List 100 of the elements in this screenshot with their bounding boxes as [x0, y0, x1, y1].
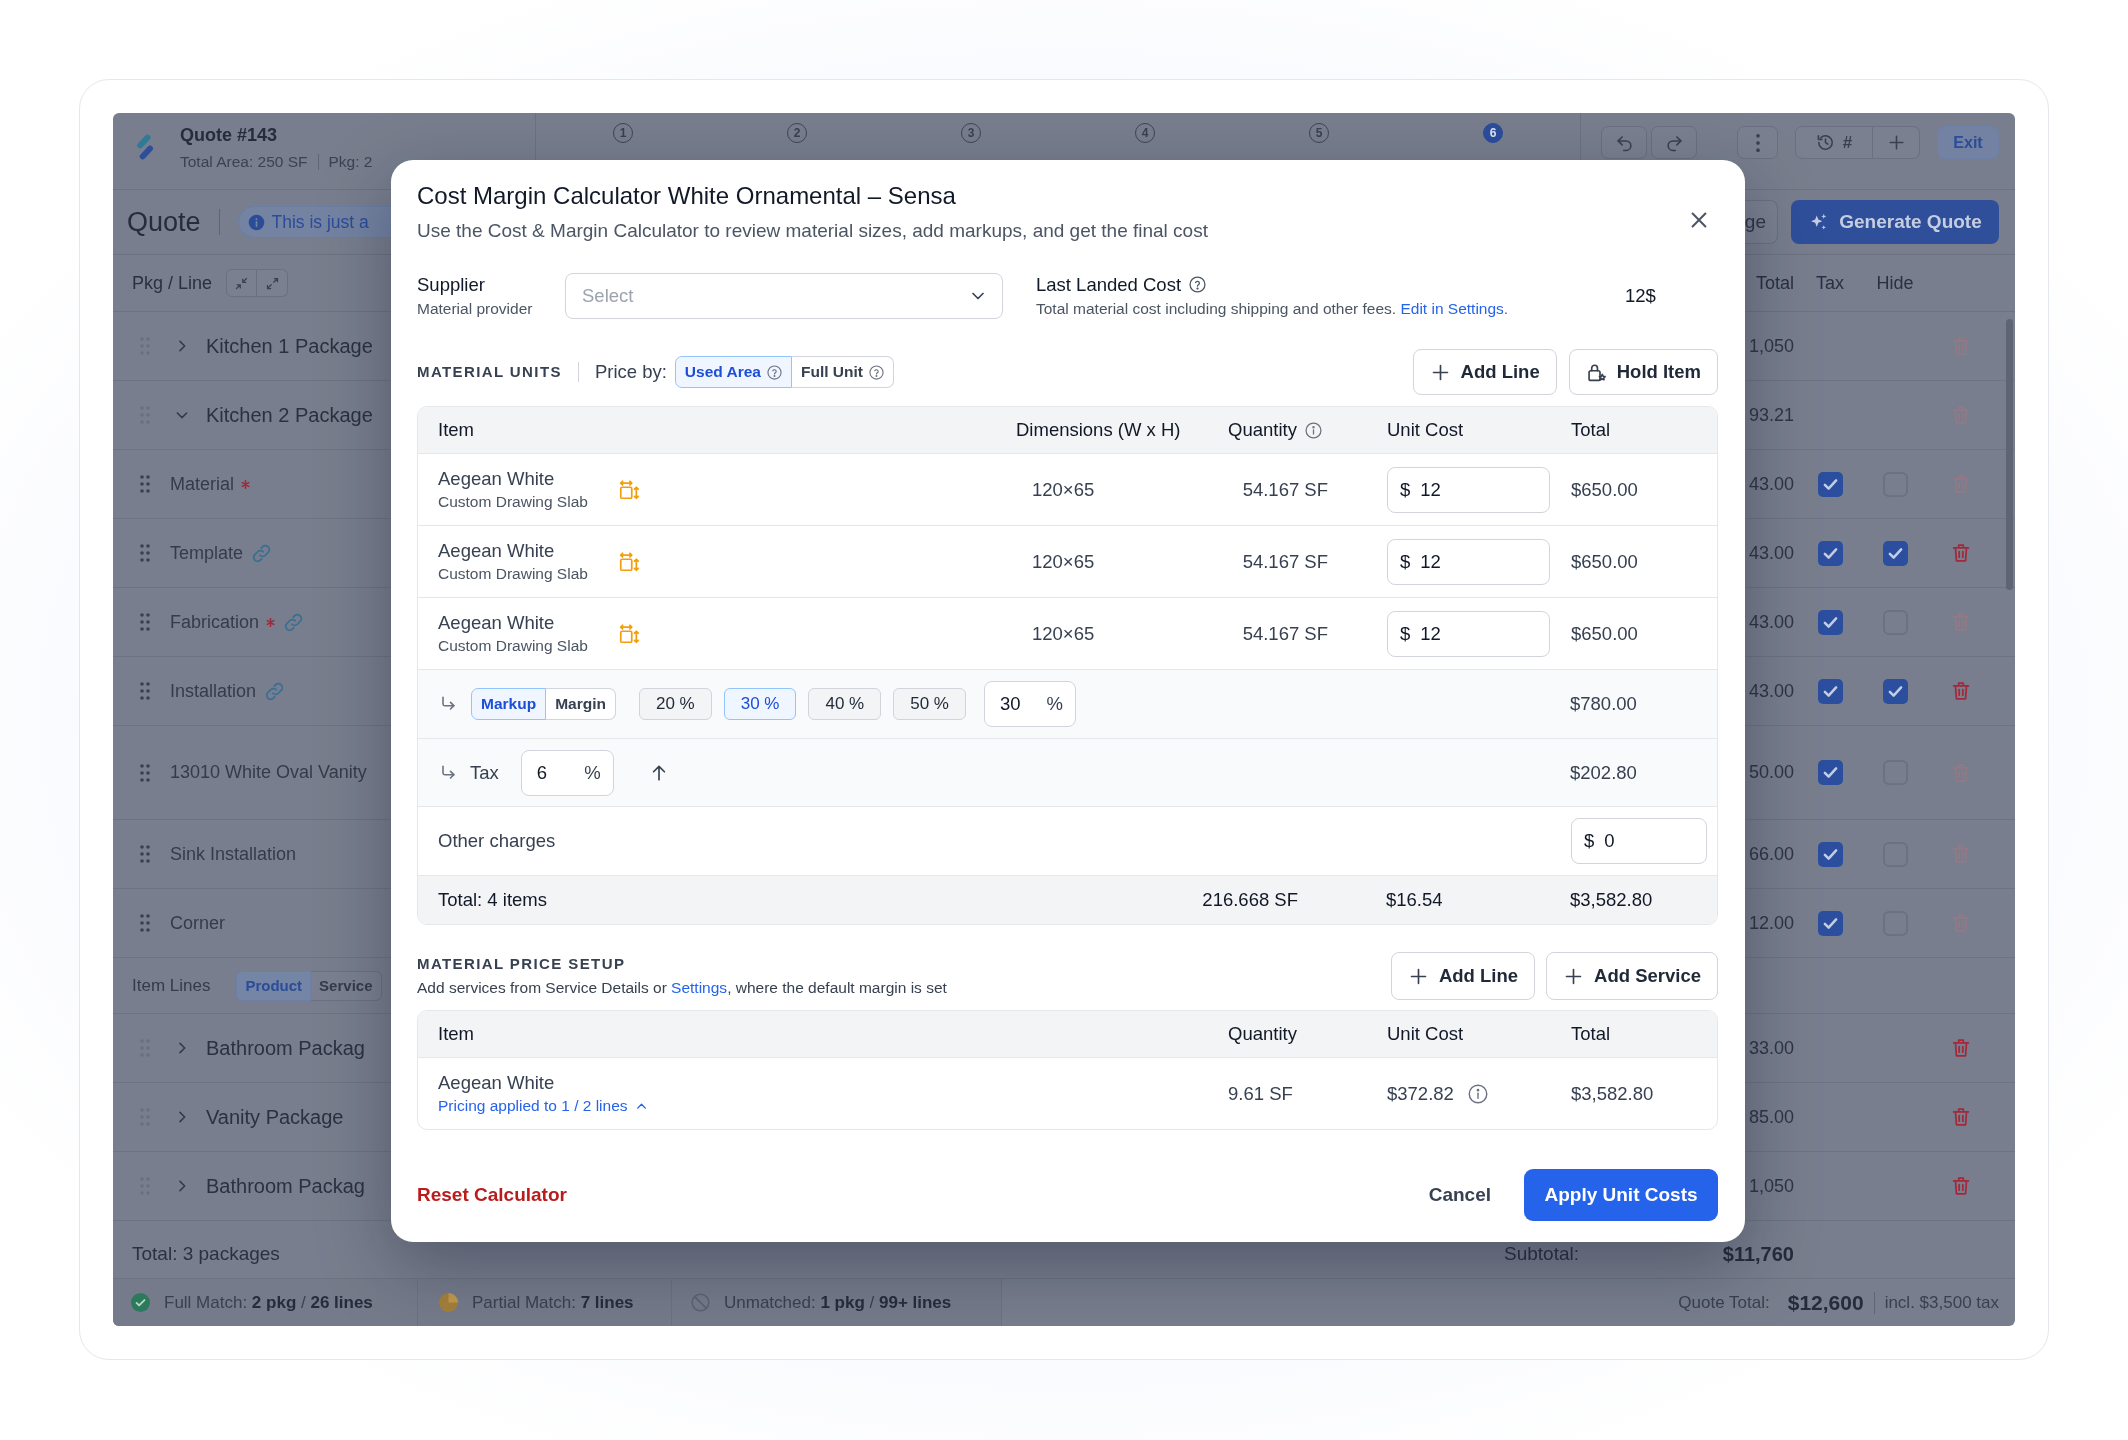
column-header: Item: [438, 419, 474, 440]
subtotal-label: Subtotal:: [1504, 1243, 1579, 1264]
link-icon[interactable]: [264, 680, 286, 702]
line-total: 1,050: [1748, 335, 1794, 357]
history-button[interactable]: #: [1795, 126, 1873, 159]
trash-icon[interactable]: [1950, 680, 1972, 702]
lock-star-icon: [1585, 361, 1607, 383]
package-name[interactable]: Kitchen 1 Package: [206, 334, 373, 358]
drag-handle-icon[interactable]: [140, 914, 150, 932]
unit-cost-field[interactable]: $ 12: [1387, 538, 1550, 585]
expand-button[interactable]: [257, 269, 289, 297]
outline-button[interactable]: Add Line: [1390, 952, 1536, 1000]
undo-button[interactable]: [1601, 126, 1647, 159]
tax-percent-field[interactable]: 6 %: [520, 749, 614, 796]
trash-icon[interactable]: [1950, 1106, 1972, 1128]
collapse-button[interactable]: [226, 269, 258, 297]
outline-button[interactable]: Add Line: [1412, 349, 1557, 395]
column-header: Quantity: [1228, 419, 1297, 441]
quantity-value: 9.61 SF: [1228, 1082, 1293, 1104]
hide-checkbox[interactable]: [1882, 540, 1908, 566]
outline-button[interactable]: Add Service: [1546, 952, 1718, 1000]
dialog-subtitle: Use the Cost & Margin Calculator to review material sizes, add markups, and get the final cost: [417, 219, 1209, 243]
redo-button[interactable]: [1651, 126, 1697, 159]
markup-mode-option[interactable]: Markup: [471, 688, 547, 720]
price-by-label: Price by:: [594, 361, 667, 383]
hide-checkbox[interactable]: [1882, 678, 1908, 704]
column-header: Tax: [1816, 272, 1844, 294]
tax-checkbox[interactable]: [1817, 471, 1843, 497]
add-button[interactable]: [1873, 126, 1920, 159]
tax-checkbox[interactable]: [1817, 841, 1843, 867]
drag-handle-icon[interactable]: [140, 845, 150, 863]
link-icon[interactable]: [251, 542, 273, 564]
resize-icon[interactable]: [618, 478, 640, 501]
expand-icon: [264, 275, 280, 291]
trash-icon[interactable]: [1950, 542, 1972, 564]
help-icon[interactable]: [1189, 276, 1207, 293]
tax-checkbox[interactable]: [1817, 910, 1843, 936]
line-name[interactable]: Corner: [170, 912, 226, 934]
drag-handle-icon[interactable]: [140, 682, 150, 700]
partial-button[interactable]: ge: [1743, 200, 1778, 244]
tax-checkbox[interactable]: [1817, 609, 1843, 635]
info-icon: [247, 213, 265, 231]
line-name[interactable]: Fabrication: [170, 611, 260, 633]
subtotal-value: $11,760: [1722, 1243, 1794, 1264]
filter-tab[interactable]: Service: [311, 970, 382, 1001]
other-charges-field[interactable]: $ 0: [1571, 818, 1707, 864]
resize-icon[interactable]: [618, 622, 640, 645]
column-header: Unit Cost: [1387, 419, 1464, 440]
line-total: 85.00: [1748, 1106, 1794, 1128]
line-name[interactable]: Template: [170, 542, 244, 564]
info-icon[interactable]: [1304, 421, 1322, 439]
tax-checkbox[interactable]: [1817, 678, 1843, 704]
total-quantity: 216.668 SF: [1202, 889, 1298, 910]
drag-handle-icon[interactable]: [140, 613, 150, 631]
scrollbar-thumb[interactable]: [2006, 319, 2013, 590]
markup-preset[interactable]: 40 %: [808, 688, 882, 720]
line-total: $3,582.80: [1571, 1082, 1654, 1104]
line-name[interactable]: 13010 White Oval Vanity: [170, 762, 367, 783]
drag-handle-icon[interactable]: [140, 544, 150, 562]
drag-handle-icon[interactable]: [140, 763, 150, 782]
markup-preset[interactable]: 30 %: [723, 688, 797, 720]
package-name[interactable]: Bathroom Packag: [206, 1174, 365, 1198]
line-name[interactable]: Installation: [170, 680, 257, 702]
trash-icon[interactable]: [1950, 1175, 1972, 1197]
resize-icon[interactable]: [618, 550, 640, 573]
cancel-button[interactable]: Cancel: [1428, 1183, 1491, 1206]
reset-calculator-button[interactable]: Reset Calculator: [417, 1183, 567, 1206]
section-title: MATERIAL UNITS: [417, 362, 562, 382]
more-button[interactable]: [1737, 126, 1778, 159]
info-icon[interactable]: [1467, 1083, 1488, 1104]
step-number[interactable]: 6: [1483, 123, 1503, 143]
price-by-option[interactable]: Used Area: [674, 356, 792, 388]
tax-checkbox[interactable]: [1817, 540, 1843, 566]
package-name[interactable]: Kitchen 2 Package: [206, 403, 373, 427]
settings-link[interactable]: Edit in Settings.: [1400, 299, 1509, 317]
generate-quote-button[interactable]: Generate Quote: [1791, 200, 1999, 244]
price-by-option[interactable]: Full Unit: [791, 356, 894, 388]
markup-mode-option[interactable]: Margin: [546, 688, 616, 720]
supplier-hint: Material provider: [417, 298, 534, 319]
notice-text: This is just a: [271, 211, 369, 233]
unit-cost-field[interactable]: $ 12: [1387, 610, 1550, 657]
apply-unit-costs-button[interactable]: Apply Unit Costs: [1524, 1168, 1718, 1221]
markup-preset[interactable]: 20 %: [638, 688, 712, 720]
link-icon[interactable]: [283, 611, 305, 633]
item-name: Aegean White: [438, 467, 556, 490]
line-name[interactable]: Sink Installation: [170, 843, 297, 865]
outline-button[interactable]: Hold Item: [1568, 349, 1718, 395]
drag-handle-icon[interactable]: [140, 475, 150, 493]
tax-total: $202.80: [1570, 761, 1637, 783]
markup-percent-field[interactable]: 30 %: [983, 681, 1076, 727]
pricing-link[interactable]: Pricing applied to 1 / 2 lines: [438, 1096, 628, 1116]
package-name[interactable]: Vanity Package: [206, 1105, 344, 1129]
packages-total: Total: 3 packages: [132, 1243, 280, 1264]
tax-checkbox[interactable]: [1817, 760, 1843, 785]
markup-preset[interactable]: 50 %: [893, 688, 966, 720]
unit-cost-field[interactable]: $ 12: [1387, 466, 1550, 513]
total-area: Total Area: 250 SF: [180, 151, 308, 173]
line-name[interactable]: Material: [170, 473, 235, 495]
package-name[interactable]: Bathroom Packag: [206, 1036, 365, 1060]
trash-icon[interactable]: [1950, 1037, 1972, 1059]
